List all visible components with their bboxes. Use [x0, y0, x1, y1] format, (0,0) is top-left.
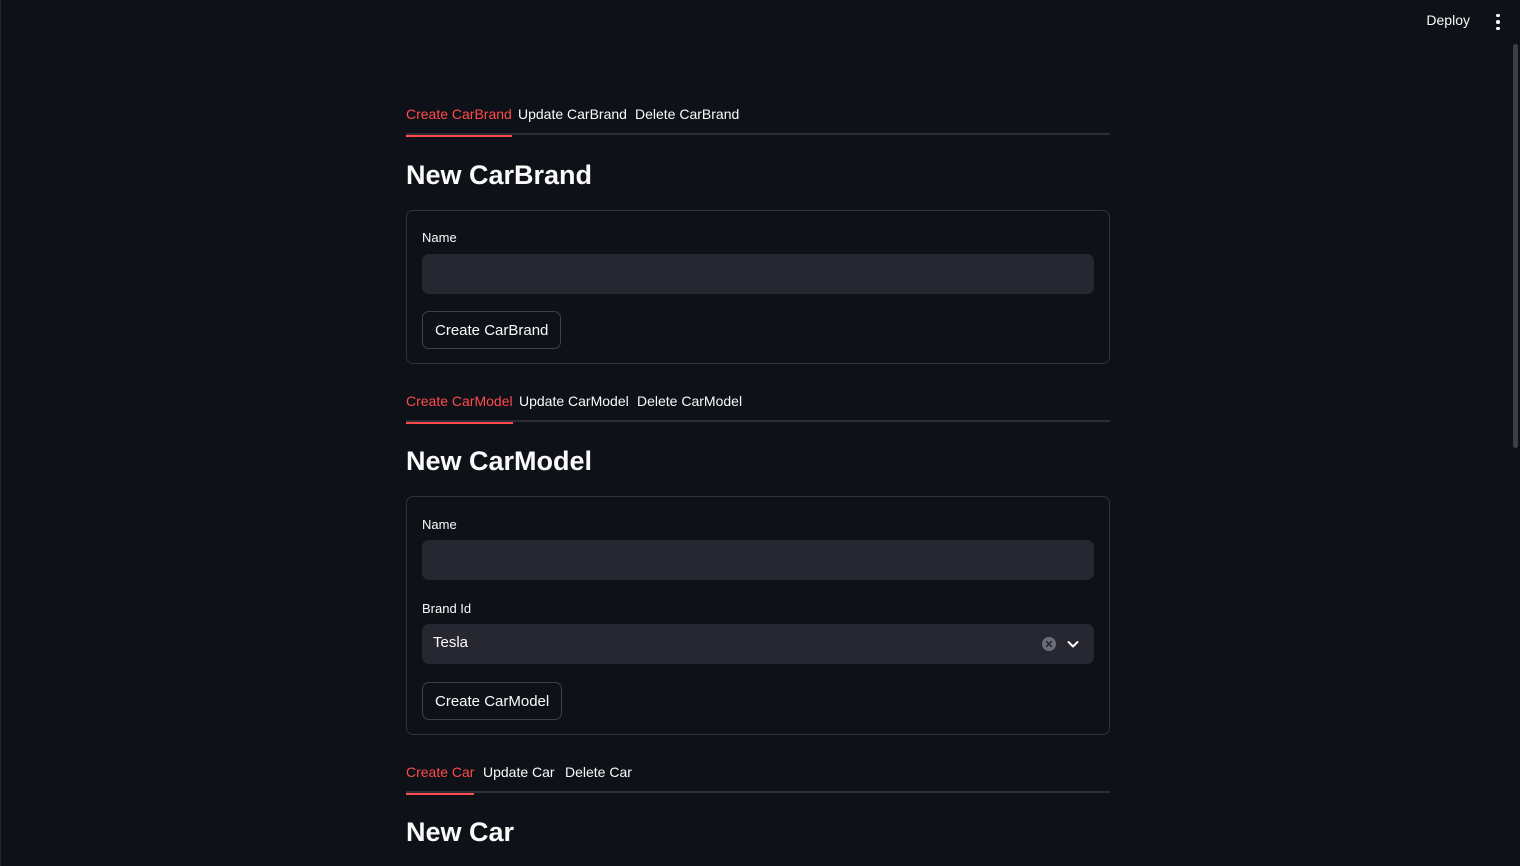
tab-create-car[interactable]: Create Car [406, 759, 475, 795]
deploy-button[interactable]: Deploy [1426, 12, 1470, 28]
scrollbar[interactable] [1513, 44, 1518, 448]
carbrand-tabs: Create CarBrand Update CarBrand Delete C… [406, 101, 1110, 137]
name-label: Name [422, 517, 457, 532]
page-title-carmodel: New CarModel [406, 446, 593, 476]
clear-icon[interactable] [1042, 637, 1056, 651]
tab-update-carmodel[interactable]: Update CarModel [519, 388, 629, 422]
carbrand-name-input[interactable] [422, 254, 1094, 294]
create-carmodel-button[interactable]: Create CarModel [422, 682, 563, 720]
create-carbrand-button[interactable]: Create CarBrand [422, 311, 562, 349]
brand-id-label: Brand Id [422, 601, 472, 616]
top-toolbar: Deploy [1, 0, 1520, 44]
page-title-carbrand: New CarBrand [406, 160, 593, 190]
brand-id-select[interactable]: Tesla [422, 624, 1094, 664]
car-tabs: Create Car Update Car Delete Car [406, 759, 1110, 795]
name-label: Name [422, 230, 457, 245]
tab-update-car[interactable]: Update Car [483, 759, 555, 793]
tab-create-carbrand[interactable]: Create CarBrand [406, 101, 512, 137]
carmodel-name-input[interactable] [422, 540, 1094, 580]
tab-update-carbrand[interactable]: Update CarBrand [518, 101, 627, 135]
tab-delete-car[interactable]: Delete Car [565, 759, 632, 793]
carmodel-form: Name Brand Id Tesla Create CarModel [406, 496, 1110, 735]
more-vertical-icon[interactable] [1492, 12, 1504, 32]
app-window: Deploy Create CarBrand Update CarBrand D… [0, 0, 1520, 866]
carbrand-form: Name Create CarBrand [406, 210, 1110, 364]
carmodel-tabs: Create CarModel Update CarModel Delete C… [406, 388, 1110, 424]
page-title-car: New Car [406, 817, 515, 847]
tab-delete-carmodel[interactable]: Delete CarModel [637, 388, 742, 422]
chevron-down-icon[interactable] [1066, 637, 1080, 651]
tab-delete-carbrand[interactable]: Delete CarBrand [635, 101, 739, 135]
tab-create-carmodel[interactable]: Create CarModel [406, 388, 513, 424]
brand-id-selected-value: Tesla [433, 634, 469, 651]
